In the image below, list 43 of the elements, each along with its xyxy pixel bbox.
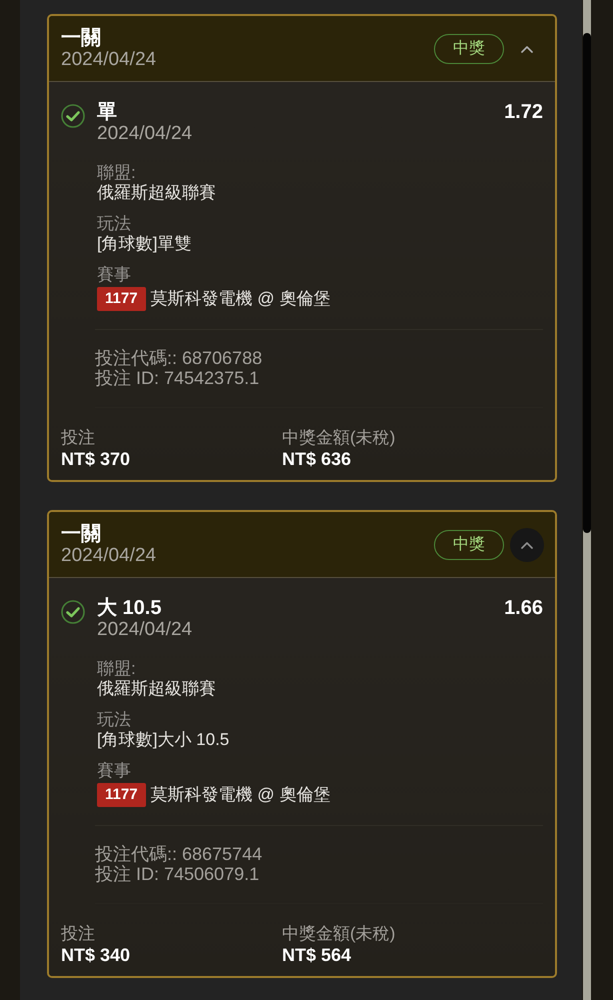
scrollbar-thumb[interactable]	[583, 33, 591, 533]
detail-label: 賽事	[97, 265, 131, 285]
stake-amount: NT$ 370	[61, 448, 130, 470]
odds-value: 1.66	[504, 597, 543, 619]
detail-value: 俄羅斯超級聯賽	[97, 183, 216, 203]
bet-code-text: 投注代碼:: 68706788	[95, 348, 262, 368]
detail-label: 玩法	[97, 710, 131, 730]
selection-title: 大 10.5	[97, 597, 162, 619]
payout-amount: NT$ 636	[282, 448, 352, 470]
chevron-up-icon	[521, 542, 533, 548]
status-badge: 中獎	[434, 530, 504, 560]
detail-label: 聯盟:	[97, 163, 136, 183]
detail-label: 賽事	[97, 761, 131, 781]
stake-label: 投注	[61, 428, 95, 448]
selection-date: 2024/04/24	[97, 123, 192, 144]
selection-date: 2024/04/24	[97, 619, 192, 640]
scrollbar-track[interactable]	[583, 0, 591, 1000]
match-number-badge: 1177	[97, 783, 146, 807]
payout-amount: NT$ 564	[282, 944, 352, 966]
payout-label: 中獎金額(未稅)	[282, 428, 396, 448]
stake-amount: NT$ 340	[61, 944, 130, 966]
chevron-up-icon	[521, 46, 533, 52]
odds-value: 1.72	[504, 101, 543, 123]
status-badge: 中獎	[434, 34, 504, 64]
detail-value: [角球數]單雙	[97, 234, 192, 254]
bet-code-text: 投注代碼:: 68675744	[95, 844, 262, 864]
detail-value: [角球數]大小 10.5	[97, 730, 230, 750]
payout-label: 中獎金額(未稅)	[282, 924, 396, 944]
detail-label: 聯盟:	[97, 659, 136, 679]
match-teams: 莫斯科發電機 @ 奧倫堡	[150, 785, 330, 805]
bet-date: 2024/04/24	[61, 49, 156, 71]
selection-title: 單	[97, 101, 117, 123]
detail-label: 玩法	[97, 214, 131, 234]
bet-date: 2024/04/24	[61, 545, 156, 567]
match-number-badge: 1177	[97, 287, 146, 311]
stake-label: 投注	[61, 924, 95, 944]
bet-type-title: 一關	[61, 27, 101, 49]
match-teams: 莫斯科發電機 @ 奧倫堡	[150, 289, 330, 309]
bet-type-title: 一關	[61, 523, 101, 545]
collapse-button[interactable]	[510, 528, 544, 562]
bet-code-text: 投注 ID: 74506079.1	[95, 864, 260, 884]
bet-code-text: 投注 ID: 74542375.1	[95, 368, 260, 388]
detail-value: 俄羅斯超級聯賽	[97, 679, 216, 699]
